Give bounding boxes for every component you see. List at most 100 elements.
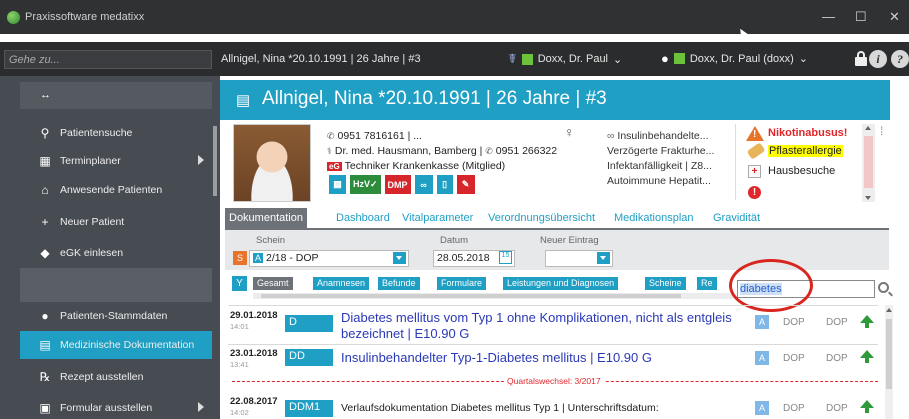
entry-text[interactable]: Diabetes mellitus vom Typ 1 ohne Komplik…	[341, 310, 732, 325]
doctor-selector[interactable]: ☤ Doxx, Dr. Paul ⌄	[508, 51, 622, 67]
datum-label: Datum	[440, 235, 468, 246]
lock-icon[interactable]	[855, 51, 867, 67]
chevron-down-icon[interactable]	[393, 252, 406, 264]
diagnosis-label: Insulinbehandelte...	[617, 130, 709, 142]
entry-type-badge[interactable]: DD	[285, 349, 333, 366]
infinity-icon[interactable]: ∞	[414, 175, 433, 194]
filter-leistungen-diagnosen[interactable]: Leistungen und Diagnosen	[503, 277, 619, 290]
entry-text-cont[interactable]: bezeichnet | E10.90 G	[341, 326, 469, 341]
device-icon[interactable]: ▯	[436, 175, 453, 194]
alert-smoking[interactable]: Nikotinabusus!	[768, 127, 847, 139]
sidebar-item-label: Anwesende Patienten	[60, 184, 163, 196]
tab-vitalparameter[interactable]: Vitalparameter	[398, 208, 477, 230]
sidebar-scrollbar[interactable]	[213, 126, 217, 196]
diagnosis-item[interactable]: Infektanfälligkeit | Z8...	[607, 160, 712, 172]
doctor-icon: ⚕	[327, 146, 332, 156]
schein-select[interactable]: A 2/18 - DOP	[249, 250, 409, 267]
calendar-icon[interactable]: 15	[499, 251, 512, 264]
current-patient-label[interactable]: Allnigel, Nina *20.10.1991 | 26 Jahre | …	[221, 53, 421, 65]
chevron-right-icon	[198, 155, 204, 165]
tab-verordnungsuebersicht[interactable]: Verordnungsübersicht	[484, 208, 599, 230]
close-button[interactable]: ✕	[889, 10, 900, 23]
diagnosis-item[interactable]: Verzögerte Frakturhe...	[607, 145, 714, 157]
alerts-scrollbar[interactable]	[862, 124, 875, 202]
filter-gesamt[interactable]: Gesamt	[253, 277, 293, 290]
chevron-down-icon[interactable]	[597, 252, 610, 264]
entry-type-badge[interactable]: D	[285, 315, 333, 332]
entry-text[interactable]: Verlaufsdokumentation Diabetes mellitus …	[341, 402, 659, 414]
search-icon[interactable]	[878, 282, 889, 293]
filter-scrollbar[interactable]	[253, 293, 733, 299]
sidebar-item-label: Patienten-Stammdaten	[60, 310, 168, 322]
entries-scrollbar[interactable]	[885, 305, 893, 419]
user-selector[interactable]: ● Doxx, Dr. Paul (doxx) ⌄	[661, 51, 808, 66]
entry-status-badge[interactable]: A	[755, 351, 769, 365]
move-up-icon[interactable]	[860, 400, 874, 413]
entry-status-badge[interactable]: A	[755, 401, 769, 415]
tab-medikationsplan[interactable]: Medikationsplan	[610, 208, 698, 230]
hzv-badge[interactable]: HzV✓	[350, 175, 381, 194]
diagnosis-item[interactable]: ∞ Insulinbehandelte...	[607, 130, 709, 142]
user-icon: ●	[661, 51, 669, 66]
sidebar-item-patientensuche[interactable]: ⚲ Patientensuche	[20, 119, 212, 147]
alert-house-call[interactable]: Hausbesuche	[768, 165, 835, 177]
quarter-separator: Quartalswechsel: 3/2017	[232, 376, 878, 390]
schein-type-badge: A	[253, 253, 264, 263]
filter-scheine[interactable]: Scheine	[645, 277, 686, 290]
sidebar-collapse-bar[interactable]: ↔	[20, 82, 212, 109]
filter-rezepte[interactable]: Re	[697, 277, 717, 290]
entry-text[interactable]: Insulinbehandelter Typ-1-Diabetes mellit…	[341, 350, 652, 365]
entry-doctor: DOP	[826, 353, 848, 364]
filter-formulare[interactable]: Formulare	[437, 277, 487, 290]
entry-type-badge[interactable]: DDM1	[285, 400, 333, 417]
doc-tabs: Dokumentation Dashboard Vitalparameter V…	[225, 208, 889, 230]
info-icon[interactable]: i	[869, 50, 887, 68]
sidebar-item-anwesende-patienten[interactable]: ⌂ Anwesende Patienten	[20, 176, 212, 204]
phone-icon: ✆	[485, 146, 493, 156]
prescription-icon: ℞	[39, 370, 51, 384]
tab-dashboard[interactable]: Dashboard	[332, 208, 394, 230]
dmp-badge[interactable]: DMP	[384, 175, 411, 194]
pen-icon[interactable]: ✎	[456, 175, 475, 194]
sidebar-item-neuer-patient[interactable]: + Neuer Patient	[20, 208, 212, 236]
user-name: Doxx, Dr. Paul (doxx)	[689, 52, 794, 65]
neuer-eintrag-label: Neuer Eintrag	[540, 235, 599, 246]
help-icon[interactable]: ?	[891, 50, 909, 68]
tab-dokumentation[interactable]: Dokumentation	[225, 208, 307, 230]
diagnosis-item[interactable]: Autoimmune Hepatit...	[607, 175, 711, 187]
entry-status-badge[interactable]: A	[755, 315, 769, 329]
row-divider	[228, 305, 878, 306]
sidebar-item-label: Rezept ausstellen	[60, 371, 144, 383]
pin-icon[interactable]: ⁞	[880, 124, 883, 138]
entry-author: DOP	[783, 353, 805, 364]
patient-name-title: Allnigel, Nina *20.10.1991 | 26 Jahre | …	[262, 88, 607, 109]
id-card-icon: ▤	[236, 92, 251, 109]
alert-allergy[interactable]: Pflasterallergie	[768, 145, 843, 157]
goto-input[interactable]: Gehe zu...	[4, 50, 212, 69]
entry-date: 29.01.2018	[230, 310, 278, 321]
entry-date: 23.01.2018	[230, 348, 278, 359]
filter-icon[interactable]: Y	[232, 276, 247, 291]
medical-doc-icon: ▤	[39, 338, 51, 352]
sidebar-item-formular-ausstellen[interactable]: ▣ Formular ausstellen	[20, 394, 212, 419]
exclamation-icon[interactable]: !	[748, 186, 761, 199]
move-up-icon[interactable]	[860, 350, 874, 363]
calendar-icon[interactable]: ▦	[329, 175, 346, 194]
sidebar-item-medizinische-dokumentation[interactable]: ▤ Medizinische Dokumentation	[20, 331, 212, 359]
insurance-card-icon: eG	[327, 162, 342, 171]
entry-time: 14:02	[230, 408, 249, 417]
sidebar-item-patienten-stammdaten[interactable]: ● Patienten-Stammdaten	[20, 302, 212, 330]
schein-icon: S	[233, 251, 247, 265]
move-up-icon[interactable]	[860, 315, 874, 328]
filter-anamnesen[interactable]: Anamnesen	[313, 277, 370, 290]
tab-graviditaet[interactable]: Gravidität	[709, 208, 764, 230]
minimize-button[interactable]: —	[822, 10, 835, 23]
sidebar-item-rezept-ausstellen[interactable]: ℞ Rezept ausstellen	[20, 363, 212, 391]
sidebar-item-egk-einlesen[interactable]: ◆ eGK einlesen	[20, 239, 212, 267]
quarter-separator-label: Quartalswechsel: 3/2017	[504, 376, 604, 386]
sidebar-item-terminplaner[interactable]: ▦ Terminplaner	[20, 147, 212, 175]
info-divider	[735, 124, 736, 200]
filter-befunde[interactable]: Befunde	[378, 277, 420, 290]
chevron-right-icon	[198, 402, 204, 412]
maximize-button[interactable]: ☐	[855, 10, 867, 23]
